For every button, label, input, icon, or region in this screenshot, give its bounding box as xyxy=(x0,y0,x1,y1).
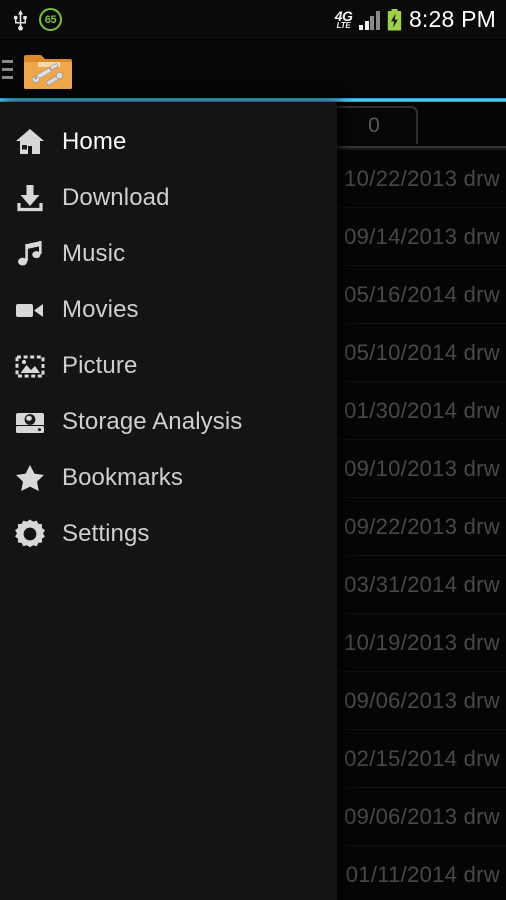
usb-icon xyxy=(12,9,29,31)
sidebar-item-label: Settings xyxy=(62,520,150,547)
sidebar-item-label: Storage Analysis xyxy=(62,408,243,435)
sidebar-item-label: Picture xyxy=(62,352,138,379)
sidebar-item-label: Download xyxy=(62,184,170,211)
sidebar-item-download[interactable]: Download xyxy=(0,170,337,226)
tab-zero[interactable]: 0 xyxy=(330,106,418,144)
sidebar-item-settings[interactable]: Settings xyxy=(0,506,337,562)
file-row-meta: 03/31/2014 drw xyxy=(344,571,500,597)
file-row-meta: 10/19/2013 drw xyxy=(344,629,500,655)
signal-bars-icon xyxy=(359,10,380,30)
file-row-meta: 09/22/2013 drw xyxy=(344,513,500,539)
sidebar-item-label: Home xyxy=(62,128,127,155)
file-row-meta: 09/10/2013 drw xyxy=(344,455,500,481)
file-row-meta: 05/16/2014 drw xyxy=(344,281,500,307)
sidebar-item-bookmarks[interactable]: Bookmarks xyxy=(0,450,337,506)
action-bar xyxy=(0,40,506,98)
file-row-meta: 10/22/2013 drw xyxy=(344,165,500,191)
gear-icon xyxy=(13,517,47,551)
file-row-meta: 05/10/2014 drw xyxy=(344,339,500,365)
network-4g-lte-icon: 4G LTE xyxy=(334,8,353,30)
picture-frame-icon xyxy=(13,349,47,383)
sidebar-item-storage-analysis[interactable]: Storage Analysis xyxy=(0,394,337,450)
status-bar: 65 4G LTE 8:28 PM xyxy=(0,0,506,40)
phone-screen: 65 4G LTE 8:28 PM 0 10/22/2013 drw 09/14… xyxy=(0,0,506,900)
status-bar-right-icons: 4G LTE 8:28 PM xyxy=(335,6,506,33)
file-row-meta: 09/06/2013 drw xyxy=(344,687,500,713)
file-row-meta: 01/30/2014 drw xyxy=(344,397,500,423)
sidebar-item-label: Music xyxy=(62,240,126,267)
download-icon xyxy=(13,181,47,215)
sidebar-item-movies[interactable]: Movies xyxy=(0,282,337,338)
file-row-meta: 01/11/2014 drw xyxy=(345,861,500,887)
star-icon xyxy=(13,461,47,495)
clock: 8:28 PM xyxy=(408,6,496,32)
file-row-meta: 09/14/2013 drw xyxy=(344,223,500,249)
home-icon xyxy=(13,125,47,159)
hamburger-menu-icon[interactable] xyxy=(0,40,18,98)
folder-tools-icon[interactable] xyxy=(22,46,74,92)
sidebar-item-picture[interactable]: Picture xyxy=(0,338,337,394)
status-bar-left-icons: 65 xyxy=(0,8,62,31)
sidebar-item-label: Bookmarks xyxy=(62,464,183,491)
battery-charging-icon xyxy=(387,8,402,31)
sidebar-item-home[interactable]: Home xyxy=(0,114,337,170)
navigation-drawer: Home Download Music Movies Picture Storage An… xyxy=(0,102,337,900)
file-row-meta: 09/06/2013 drw xyxy=(344,803,500,829)
music-note-icon xyxy=(13,237,47,271)
hard-disk-icon xyxy=(13,405,47,439)
file-row-meta: 02/15/2014 drw xyxy=(344,745,500,771)
battery-percent-badge: 65 xyxy=(39,8,62,31)
video-camera-icon xyxy=(13,293,47,327)
sidebar-item-label: Movies xyxy=(62,296,139,323)
sidebar-item-music[interactable]: Music xyxy=(0,226,337,282)
